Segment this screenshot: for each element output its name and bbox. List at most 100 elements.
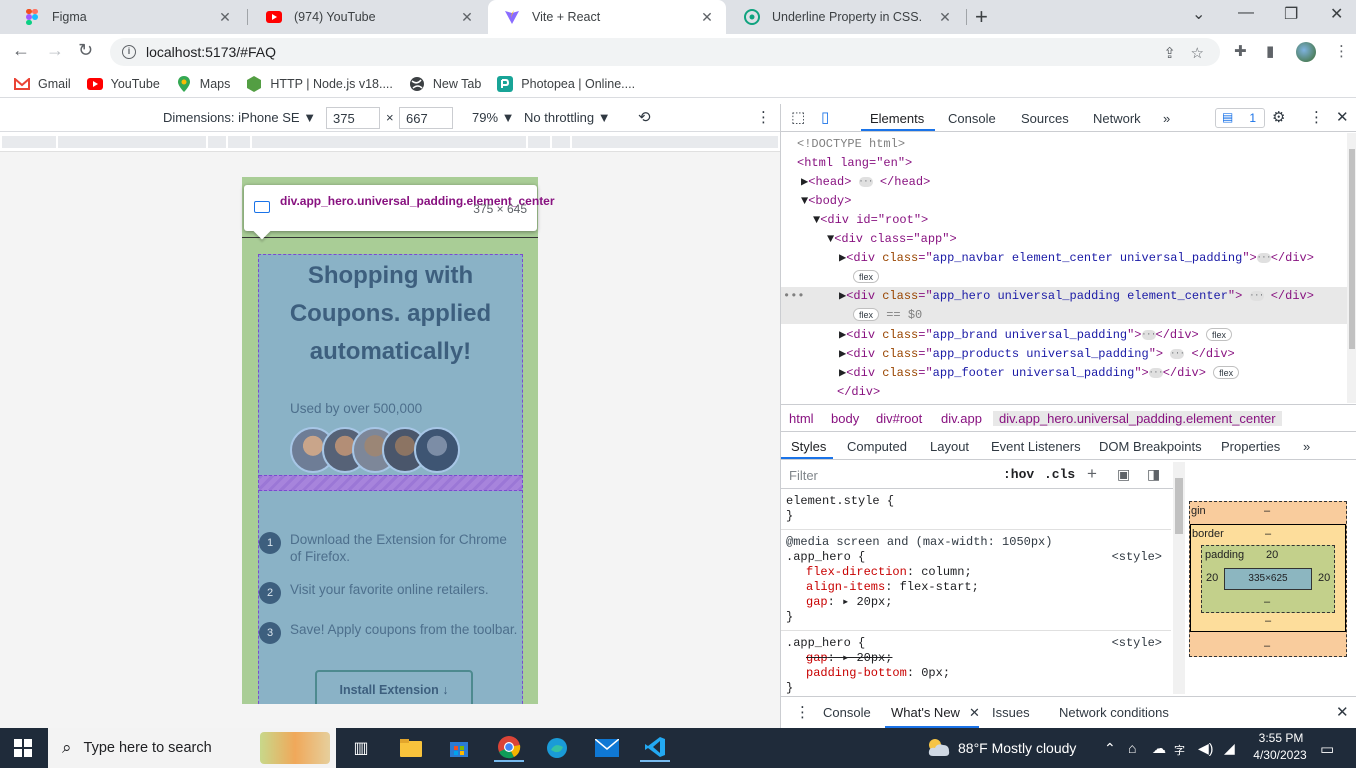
edge-icon[interactable] [542,734,572,762]
close-tab-icon[interactable]: ✕ [936,9,954,26]
rotate-icon[interactable]: ⟲ [638,108,651,126]
dom-node[interactable]: <html lang="en"> [781,154,1347,173]
breadcrumb-item-selected[interactable]: div.app_hero.universal_padding.element_c… [993,411,1282,426]
task-view-icon[interactable]: ▥ [346,734,376,762]
tab-layout[interactable]: Layout [930,439,969,454]
mail-icon[interactable] [592,734,622,762]
reload-icon[interactable]: ↻ [78,40,93,61]
drawer-tab-issues[interactable]: Issues [992,705,1030,720]
dom-node[interactable]: ▼<div id="root"> [781,211,1347,230]
tab-event-listeners[interactable]: Event Listeners [991,439,1081,454]
box-model-margin[interactable]: gin – border – padding 20 20 20 335×625 … [1189,501,1347,657]
app-hero-rule[interactable]: .app_hero {<style> gap: ▸ 20px; padding-… [781,632,1171,696]
ruler-segment[interactable] [208,136,226,148]
ruler-segment[interactable] [58,136,206,148]
onedrive-cloud-icon[interactable]: ☁ [1152,740,1166,757]
chrome-icon[interactable] [494,734,524,762]
box-model-border[interactable]: border – padding 20 20 20 335×625 – – [1190,524,1346,632]
scrollbar-thumb[interactable] [1349,149,1355,349]
side-panel-icon[interactable]: ▮ [1266,42,1274,60]
install-extension-button[interactable]: Install Extension ↓ [315,670,473,704]
drawer-tab-whats-new[interactable]: What's New [891,705,960,720]
browser-menu-icon[interactable]: ⋮ [1334,42,1349,60]
device-height-input[interactable]: 667 [399,107,453,129]
address-bar[interactable]: i localhost:5173/#FAQ ⇪ ☆ [110,38,1220,66]
restore-button[interactable]: ❐ [1284,4,1298,24]
ruler-segment[interactable] [552,136,570,148]
box-model-content[interactable]: 335×625 [1224,568,1312,590]
close-whats-new-icon[interactable]: ✕ [969,705,980,721]
close-drawer-icon[interactable]: ✕ [1336,703,1349,721]
ruler-segment[interactable] [228,136,250,148]
filter-input[interactable]: Filter [789,468,818,483]
vscode-icon[interactable] [640,734,670,762]
dom-node[interactable]: ▶<head> ··· </head> [781,173,1347,192]
flex-badge[interactable]: flex [1213,366,1240,380]
ruler-segment[interactable] [252,136,526,148]
styles-scrollbar[interactable] [1173,462,1185,694]
tab-underline-css[interactable]: Underline Property in CSS. ✕ [728,0,964,34]
hov-toggle[interactable]: :hov [1003,467,1034,482]
microsoft-store-icon[interactable] [444,734,474,762]
drawer-tab-console[interactable]: Console [823,705,871,720]
style-declaration-overridden[interactable]: gap: ▸ 20px; [786,651,1166,666]
show-hidden-icons-chevron[interactable]: ⌃ [1104,740,1116,757]
media-rule[interactable]: @media screen and (max-width: 1050px) .a… [781,531,1171,631]
bookmark-photopea[interactable]: Photopea | Online.... [497,75,635,92]
inspect-element-icon[interactable]: ⬚ [791,108,805,126]
ime-icon[interactable]: 字 [1174,742,1185,758]
bookmark-youtube[interactable]: YouTube [86,76,160,92]
more-subtabs-icon[interactable]: » [1303,439,1310,454]
extensions-puzzle-icon[interactable]: ✚ [1234,42,1247,60]
tab-properties[interactable]: Properties [1221,439,1280,454]
toggle-sidebar-icon[interactable]: ◨ [1147,466,1160,483]
issues-badge[interactable]: ▤ 1 [1215,108,1265,128]
taskbar-search-box[interactable]: ⌕ Type here to search [48,728,336,768]
breadcrumb-item[interactable]: div#root [876,411,922,426]
flex-badge[interactable]: flex [1205,328,1232,342]
paint-icon[interactable]: ▣ [1117,466,1130,483]
time-text[interactable]: 3:55 PM [1252,731,1310,745]
new-tab-button[interactable]: + [975,4,988,30]
weather-text[interactable]: 88°F Mostly cloudy [958,740,1076,756]
dom-node-navbar[interactable]: ▶<div class="app_navbar element_center u… [781,249,1347,268]
flex-badge[interactable]: flex [853,308,880,322]
bookmark-gmail[interactable]: Gmail [14,76,71,92]
tab-console[interactable]: Console [948,111,996,126]
dom-node-footer[interactable]: ▶<div class="app_footer universal_paddin… [781,364,1347,383]
close-tab-icon[interactable]: ✕ [216,9,234,26]
profile-avatar[interactable] [1296,42,1316,62]
file-explorer-icon[interactable] [396,734,426,762]
ruler-segment[interactable] [2,136,56,148]
network-adapter-icon[interactable]: ⌂ [1128,740,1136,756]
forward-arrow-icon[interactable]: → [46,40,64,61]
cls-toggle[interactable]: .cls [1044,467,1075,482]
media-query-ruler[interactable] [0,132,780,152]
bookmark-maps[interactable]: Maps [176,75,230,92]
ruler-segment[interactable] [572,136,778,148]
dom-node[interactable]: ▼<div class="app"> [781,230,1347,249]
ruler-segment[interactable] [528,136,550,148]
dom-node[interactable]: ▼<body> [781,192,1347,211]
settings-gear-icon[interactable]: ⚙ [1272,108,1285,126]
tab-search-chevron-icon[interactable]: ⌄ [1192,4,1205,24]
box-model-padding[interactable]: padding 20 20 20 335×625 – [1201,545,1335,613]
wifi-icon[interactable]: ◢ [1224,740,1235,757]
tab-elements[interactable]: Elements [870,111,924,126]
tab-sources[interactable]: Sources [1021,111,1069,126]
tab-computed[interactable]: Computed [847,439,907,454]
new-rule-icon[interactable]: + [1087,464,1097,484]
device-width-input[interactable]: 375 [326,107,380,129]
style-declaration[interactable]: align-items: flex-start; [786,580,1166,595]
breadcrumb-item[interactable]: body [831,411,859,426]
notification-icon[interactable]: ▭ [1320,740,1334,758]
close-devtools-icon[interactable]: ✕ [1336,108,1349,126]
close-window-button[interactable]: ✕ [1330,4,1343,24]
site-info-icon[interactable]: i [122,45,136,59]
close-tab-icon[interactable]: ✕ [698,9,716,26]
style-declaration[interactable]: flex-direction: column; [786,565,1166,580]
zoom-select[interactable]: 79% ▼ [472,110,515,125]
volume-icon[interactable]: ◀) [1198,740,1213,757]
tab-styles[interactable]: Styles [791,439,826,454]
back-arrow-icon[interactable]: ← [12,40,30,61]
